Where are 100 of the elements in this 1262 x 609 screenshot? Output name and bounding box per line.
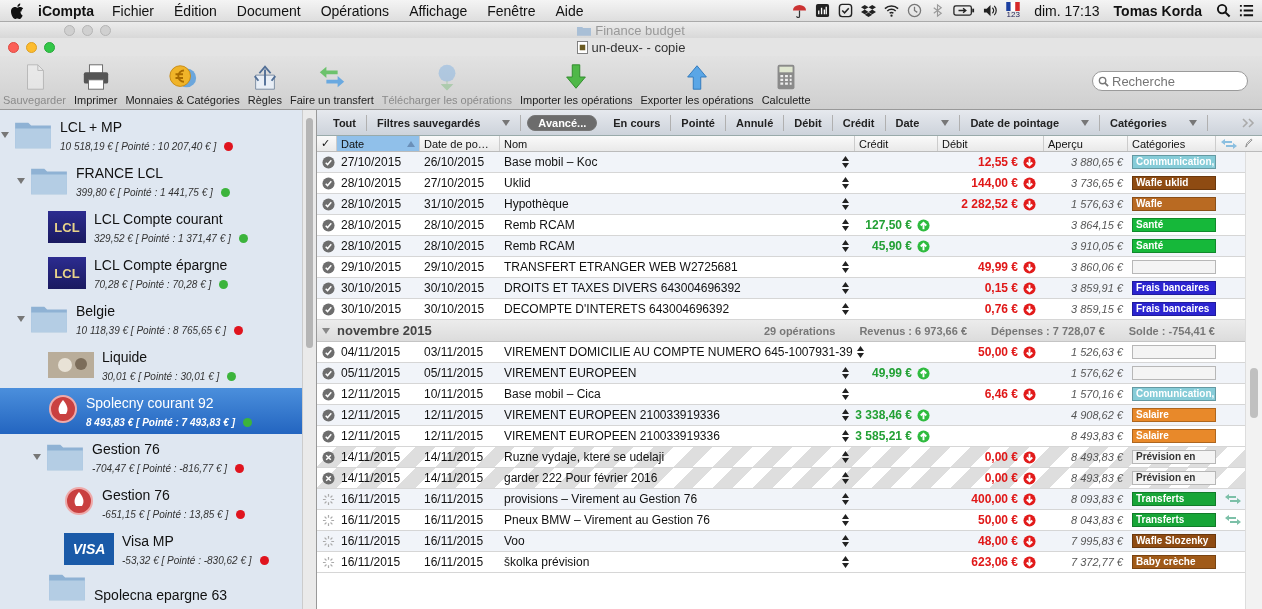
account-item[interactable]: Gestion 76 -651,15 € [ Pointé : 13,85 € ]	[0, 480, 302, 526]
check-circle-icon[interactable]	[321, 155, 335, 169]
menu-item[interactable]: Édition	[174, 2, 217, 19]
column-header[interactable]: Nom	[500, 136, 855, 151]
account-item[interactable]: FRANCE LCL 399,80 € [ Pointé : 1 441,75 € ]	[0, 158, 302, 204]
menu-item[interactable]: Fichier	[112, 2, 154, 19]
disclosure-triangle-icon[interactable]	[16, 176, 26, 186]
user-name[interactable]: Tomas Korda	[1113, 2, 1202, 19]
transaction-row[interactable]: 16/11/2015 16/11/2015 Voo 48,00 € 7 995,83 € Wafle Slozenky	[317, 531, 1245, 552]
stepper-icon[interactable]	[842, 367, 849, 379]
umbrella-icon[interactable]	[792, 3, 808, 18]
filter-button[interactable]: Pointé	[671, 114, 726, 131]
toolbar-button[interactable]: Faire un transfert	[287, 62, 377, 106]
cancel-circle-icon[interactable]	[321, 471, 335, 485]
account-item[interactable]: Liquide 30,01 € [ Pointé : 30,01 € ]	[0, 342, 302, 388]
chart-icon[interactable]	[815, 3, 831, 18]
app-menu[interactable]: iCompta	[38, 2, 94, 19]
group-header[interactable]: novembre 2015 29 opérations Revenus : 6 973,66 € Dépenses : 7 728,07 € Solde : -754,41 €	[317, 320, 1245, 342]
account-item[interactable]: Gestion 76 -704,47 € [ Pointé : -816,77 € ]	[0, 434, 302, 480]
account-item[interactable]: Belgie 10 118,39 € [ Pointé : 8 765,65 € ]	[0, 296, 302, 342]
category-tag[interactable]: Baby crèche	[1132, 555, 1216, 569]
transaction-row[interactable]: 28/10/2015 28/10/2015 Remb RCAM 45,90 € 3 910,05 € Santé	[317, 236, 1245, 257]
stepper-icon[interactable]	[842, 219, 849, 231]
filter-button[interactable]: Tout	[323, 114, 367, 131]
toolbar-button[interactable]: Règles	[244, 62, 285, 106]
filter-button[interactable]: Débit	[784, 114, 833, 131]
search-icon[interactable]	[1216, 3, 1231, 18]
account-item[interactable]: VISA Visa MP -53,32 € [ Pointé : -830,62 € ]	[0, 526, 302, 572]
stepper-icon[interactable]	[856, 346, 864, 358]
toolbar-button[interactable]: Monnaies & Catégories	[122, 62, 243, 106]
clock-icon[interactable]	[907, 3, 923, 18]
check-circle-icon[interactable]	[321, 429, 335, 443]
input-source-indicator[interactable]: 123	[1006, 2, 1021, 19]
menu-item[interactable]: Fenêtre	[487, 2, 536, 19]
stepper-icon[interactable]	[842, 177, 849, 189]
category-tag[interactable]: Frais bancaires	[1132, 302, 1216, 316]
disclosure-triangle-icon[interactable]	[32, 452, 42, 462]
stepper-icon[interactable]	[842, 472, 849, 484]
stepper-icon[interactable]	[842, 240, 849, 252]
account-item[interactable]: Spolecna epargne 63	[0, 572, 302, 603]
menu-item[interactable]: Opérations	[320, 2, 390, 19]
account-item[interactable]: LCL + MP 10 518,19 € [ Pointé : 10 207,40 € ]	[0, 112, 302, 158]
clock-text[interactable]: dim. 17:13	[1034, 2, 1100, 19]
disclosure-triangle-icon[interactable]	[321, 325, 331, 336]
stepper-icon[interactable]	[842, 409, 849, 421]
menu-item[interactable]: Affichage	[409, 2, 468, 19]
stepper-icon[interactable]	[842, 430, 849, 442]
transaction-row[interactable]: 28/10/2015 27/10/2015 Uklid 144,00 € 3 736,65 € Wafle uklid	[317, 173, 1245, 194]
toolbar-button[interactable]: Calculette	[758, 62, 814, 106]
filter-button[interactable]: Date	[885, 114, 961, 131]
stepper-icon[interactable]	[842, 388, 849, 400]
stepper-icon[interactable]	[842, 282, 849, 294]
transaction-row[interactable]: 27/10/2015 26/10/2015 Base mobil – Koc 12,55 € 3 880,65 € Communication,	[317, 152, 1245, 173]
transaction-row[interactable]: 16/11/2015 16/11/2015 provisions – Virement au Gestion 76 400,00 € 8 093,83 € Transferts	[317, 489, 1245, 510]
category-tag[interactable]: Prévision en	[1132, 450, 1216, 464]
transaction-row[interactable]: 30/10/2015 30/10/2015 DROITS ET TAXES DIVERS 643004696392 0,15 € 3 859,91 € Frais bancaires	[317, 278, 1245, 299]
filter-button[interactable]: Avancé...	[527, 114, 598, 131]
pencil-icon[interactable]	[1244, 138, 1253, 149]
account-item[interactable]: LCL LCL Compte épargne 70,28 € [ Pointé : 70,28 € ]	[0, 250, 302, 296]
category-tag[interactable]: Wafle	[1132, 197, 1216, 211]
account-item[interactable]: Spolecny courant 92 8 493,83 € [ Pointé : 7 493,83 € ]	[0, 388, 302, 434]
account-item[interactable]: LCL LCL Compte courant 329,52 € [ Pointé : 1 371,47 € ]	[0, 204, 302, 250]
disclosure-triangle-icon[interactable]	[16, 314, 26, 324]
toolbar-button[interactable]: Exporter les opérations	[637, 62, 757, 106]
stepper-icon[interactable]	[842, 493, 849, 505]
check-circle-icon[interactable]	[321, 345, 335, 359]
filter-button[interactable]: Annulé	[725, 114, 785, 131]
transaction-row[interactable]: 28/10/2015 28/10/2015 Remb RCAM 127,50 € 3 864,15 € Santé	[317, 215, 1245, 236]
stepper-icon[interactable]	[842, 514, 849, 526]
stepper-icon[interactable]	[842, 198, 849, 210]
column-header[interactable]: Crédit	[855, 136, 938, 151]
apple-icon[interactable]	[10, 2, 24, 19]
transaction-row[interactable]: 12/11/2015 10/11/2015 Base mobil – Cica 6,46 € 1 570,16 € Communication,	[317, 384, 1245, 405]
stepper-icon[interactable]	[842, 556, 849, 568]
category-tag[interactable]: Wafle Slozenky	[1132, 534, 1216, 548]
filter-button[interactable]: Catégories	[1100, 114, 1208, 131]
wifi-icon[interactable]	[884, 3, 900, 18]
stepper-icon[interactable]	[842, 303, 849, 315]
category-tag[interactable]: Wafle uklid	[1132, 176, 1216, 190]
column-header[interactable]: Date de po…	[420, 136, 500, 151]
column-header[interactable]: Catégories	[1128, 136, 1216, 151]
stepper-icon[interactable]	[842, 535, 849, 547]
filter-button[interactable]: Date de pointage	[960, 114, 1100, 131]
search-field[interactable]: Recherche	[1092, 71, 1248, 91]
check-circle-icon[interactable]	[321, 260, 335, 274]
cancel-circle-icon[interactable]	[321, 450, 335, 464]
list-icon[interactable]	[1239, 3, 1254, 18]
check-circle-icon[interactable]	[321, 366, 335, 380]
check-circle-icon[interactable]	[321, 239, 335, 253]
transaction-row[interactable]: 12/11/2015 12/11/2015 VIREMENT EUROPEEN 210033919336 3 338,46 € 4 908,62 € Salaire	[317, 405, 1245, 426]
category-tag[interactable]: Frais bancaires	[1132, 281, 1216, 295]
transaction-row[interactable]: 14/11/2015 14/11/2015 Ruzne vydaje, ktere se udelaji 0,00 € 8 493,83 € Prévision en	[317, 447, 1245, 468]
transaction-row[interactable]: 05/11/2015 05/11/2015 VIREMENT EUROPEEN 49,99 € 1 576,62 €	[317, 363, 1245, 384]
filter-button[interactable]: En cours	[603, 114, 672, 131]
check-circle-icon[interactable]	[321, 408, 335, 422]
category-tag[interactable]: Prévision en	[1132, 471, 1216, 485]
close-button[interactable]	[8, 41, 19, 53]
filter-button[interactable]: Filtres sauvegardés	[367, 114, 522, 131]
column-header[interactable]: Date	[337, 136, 420, 151]
transaction-row[interactable]: 29/10/2015 29/10/2015 TRANSFERT ETRANGER WEB W2725681 49,99 € 3 860,06 €	[317, 257, 1245, 278]
